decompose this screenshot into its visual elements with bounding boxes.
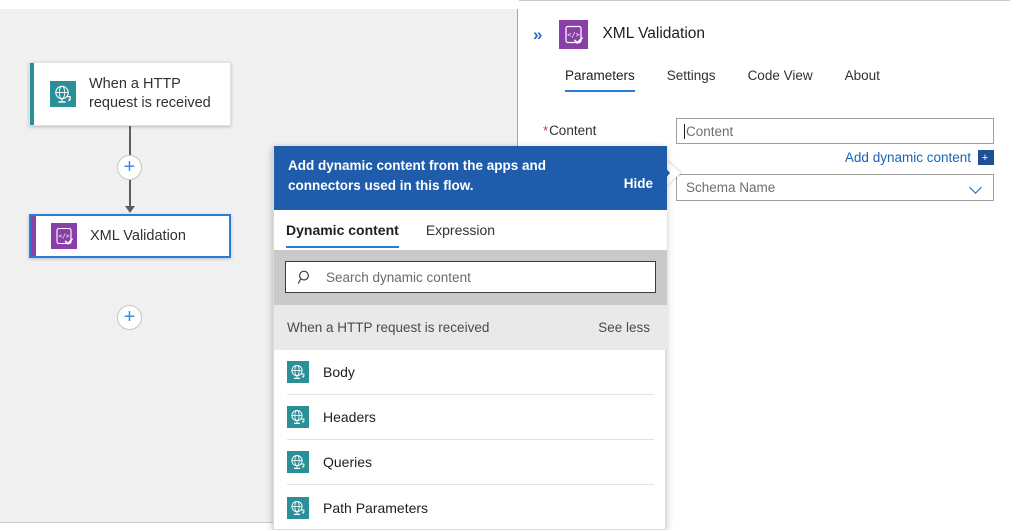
add-dynamic-content-link[interactable]: Add dynamic content	[845, 150, 971, 165]
list-item[interactable]: Queries	[287, 440, 654, 485]
callout-header: Add dynamic content from the apps and co…	[274, 146, 667, 210]
http-request-icon	[287, 497, 309, 519]
search-band: Search dynamic content	[274, 250, 667, 305]
connector-line-top	[129, 126, 131, 155]
list-item-label: Body	[323, 364, 355, 380]
search-input-placeholder: Search dynamic content	[326, 270, 471, 285]
list-item-label: Headers	[323, 409, 376, 425]
content-field-label-text: Content	[549, 123, 596, 138]
add-dynamic-content-row: Add dynamic content +	[676, 148, 994, 167]
connector-arrowhead	[125, 206, 135, 213]
plus-icon: +	[124, 157, 136, 177]
callout-tabs: Dynamic content Expression	[274, 210, 667, 250]
search-input[interactable]: Search dynamic content	[285, 261, 656, 293]
list-item-label: Path Parameters	[323, 500, 428, 516]
chevron-down-icon	[970, 181, 983, 194]
tab-code-view[interactable]: Code View	[748, 68, 813, 92]
chevron-double-right-icon[interactable]: »	[533, 26, 541, 43]
group-title: When a HTTP request is received	[287, 320, 489, 335]
dynamic-content-group-header: When a HTTP request is received See less	[274, 305, 667, 350]
search-icon	[297, 269, 314, 286]
node-label-xml-validation: XML Validation	[90, 227, 186, 246]
list-item[interactable]: Body	[287, 350, 654, 395]
xml-validation-icon: </>	[559, 20, 588, 49]
panel-top-divider	[519, 0, 1010, 1]
dynamic-content-list: Body Headers	[274, 350, 667, 530]
http-request-icon	[50, 81, 76, 107]
add-step-button-2[interactable]: +	[117, 305, 142, 330]
page-title: XML Validation	[602, 25, 705, 43]
see-less-toggle[interactable]: See less	[598, 320, 650, 335]
schema-name-dropdown[interactable]: Schema Name	[676, 174, 994, 201]
schema-name-value: Schema Name	[677, 180, 775, 195]
tab-parameters[interactable]: Parameters	[565, 68, 635, 92]
workflow-node-xml-validation[interactable]: </> XML Validation	[29, 214, 231, 258]
content-field-label-wrap: *Content	[543, 123, 596, 138]
http-request-icon	[287, 406, 309, 428]
panel-header: » </> XML Validation	[519, 11, 1010, 57]
content-input-placeholder: Content	[677, 124, 733, 139]
http-request-icon	[287, 451, 309, 473]
list-item-label: Queries	[323, 454, 372, 470]
node-accent-bar	[31, 216, 36, 256]
http-request-icon	[287, 361, 309, 383]
list-item[interactable]: Path Parameters	[287, 485, 654, 530]
required-asterisk: *	[543, 123, 548, 138]
tab-dynamic-content[interactable]: Dynamic content	[286, 222, 399, 248]
connector-line-bottom	[129, 180, 131, 207]
tab-settings[interactable]: Settings	[667, 68, 716, 92]
add-step-button-1[interactable]: +	[117, 155, 142, 180]
node-label-http-trigger: When a HTTP request is received	[89, 75, 230, 113]
callout-header-line1: Add dynamic content from the apps and	[288, 156, 546, 176]
tab-about[interactable]: About	[845, 68, 880, 92]
text-caret	[684, 124, 685, 139]
content-field-label: *Content	[543, 123, 596, 138]
callout-header-line2: connectors used in this flow.	[288, 176, 546, 196]
svg-text:</>: </>	[58, 232, 70, 240]
panel-tabs: Parameters Settings Code View About	[519, 68, 1010, 102]
dynamic-content-callout: Add dynamic content from the apps and co…	[273, 146, 666, 530]
app-root: When a HTTP request is received + </> XM…	[0, 0, 1010, 530]
hide-button[interactable]: Hide	[624, 176, 653, 191]
plus-icon: +	[124, 307, 136, 327]
list-item[interactable]: Headers	[287, 395, 654, 440]
callout-header-text: Add dynamic content from the apps and co…	[288, 156, 546, 196]
content-input[interactable]: Content	[676, 118, 994, 144]
workflow-node-http-trigger[interactable]: When a HTTP request is received	[29, 62, 231, 126]
xml-validation-icon: </>	[51, 223, 77, 249]
node-accent-bar	[30, 63, 34, 125]
svg-text:</>: </>	[568, 31, 581, 39]
add-dynamic-content-badge[interactable]: +	[978, 150, 994, 165]
tab-expression[interactable]: Expression	[426, 222, 495, 248]
